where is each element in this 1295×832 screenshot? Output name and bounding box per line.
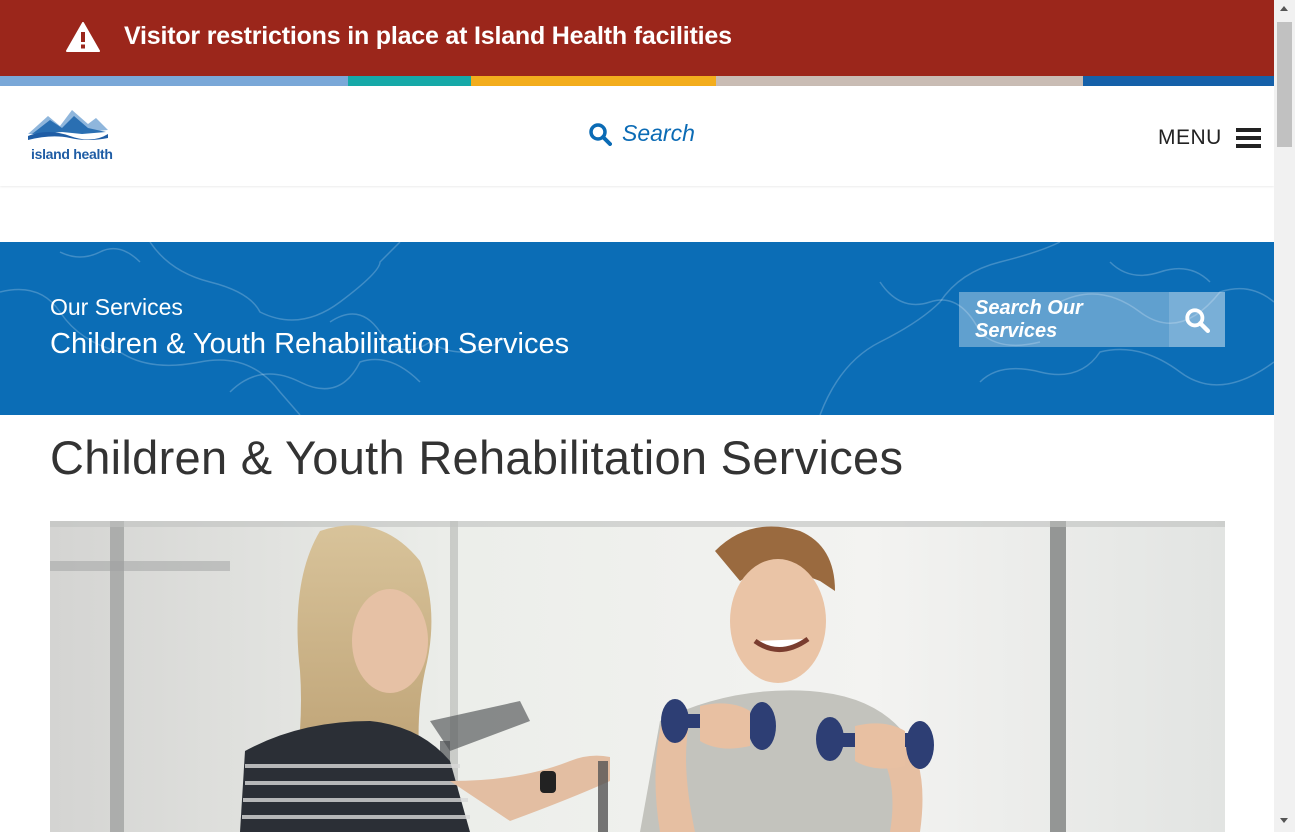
color-strip-segment [348, 76, 471, 86]
scroll-up-arrow-icon[interactable] [1280, 6, 1288, 11]
services-search-input[interactable]: Search Our Services [959, 292, 1169, 347]
color-strip-segment [471, 76, 716, 86]
logo-text: island health [31, 146, 113, 162]
page-title: Children & Youth Rehabilitation Services [50, 431, 904, 484]
hamburger-icon [1235, 128, 1261, 148]
page-banner: Our Services Children & Youth Rehabilita… [0, 242, 1274, 415]
banner-title: Children & Youth Rehabilitation Services [50, 328, 570, 360]
alert-text[interactable]: Visitor restrictions in place at Island … [124, 22, 732, 51]
page-scrollbar[interactable] [1274, 0, 1295, 832]
scrollbar-thumb[interactable] [1277, 22, 1292, 147]
header-search-label: Search [622, 120, 695, 146]
scroll-down-arrow-icon[interactable] [1280, 818, 1288, 823]
site-header: island health Search MENU [0, 86, 1274, 186]
island-health-logo[interactable]: island health [26, 108, 113, 164]
menu-label: MENU [1158, 126, 1222, 149]
services-search: Search Our Services [959, 292, 1225, 347]
menu-button[interactable]: MENU [1158, 126, 1261, 150]
alert-banner[interactable]: Visitor restrictions in place at Island … [0, 0, 1274, 76]
color-strip [0, 76, 1274, 86]
warning-icon [66, 22, 100, 52]
search-icon [589, 122, 612, 146]
color-strip-segment [716, 76, 1083, 86]
mountain-logo-icon [28, 110, 108, 140]
color-strip-segment [1083, 76, 1274, 86]
services-search-button[interactable] [1169, 292, 1225, 347]
hero-image [50, 521, 1225, 832]
breadcrumb-our-services[interactable]: Our Services [50, 294, 183, 321]
header-search-button[interactable]: Search [588, 120, 695, 147]
color-strip-segment [0, 76, 348, 86]
hero-photo [50, 521, 1225, 832]
search-icon [1185, 307, 1210, 333]
